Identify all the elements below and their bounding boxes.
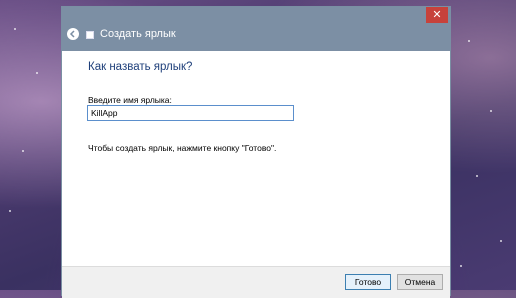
back-button[interactable] [67,28,79,40]
cancel-button[interactable]: Отмена [397,274,443,290]
create-shortcut-dialog: ✕ Создать ярлык Как назвать ярлык? Введи… [61,6,451,298]
shortcut-icon [86,31,94,39]
title-bar: ✕ Создать ярлык [62,7,450,51]
window-title: Создать ярлык [100,28,176,40]
finish-button[interactable]: Готово [345,274,391,290]
name-label: Введите имя ярлыка: [88,95,172,105]
page-heading: Как назвать ярлык? [88,61,193,73]
close-icon: ✕ [432,9,442,21]
close-button[interactable]: ✕ [426,7,448,23]
shortcut-name-input[interactable] [87,105,294,121]
back-arrow-icon [69,30,75,38]
dialog-footer: Готово Отмена [62,266,450,298]
hint-text: Чтобы создать ярлык, нажмите кнопку "Гот… [88,143,277,153]
